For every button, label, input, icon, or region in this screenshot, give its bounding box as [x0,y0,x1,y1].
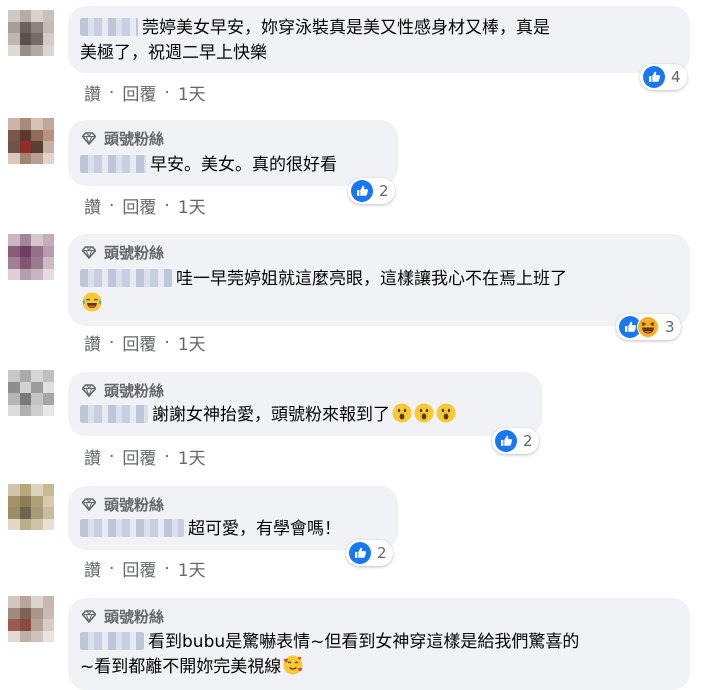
reaction-summary[interactable]: 3 [616,314,681,340]
comment-text-line2: ~看到都離不開妳完美視線 [80,655,303,680]
top-fan-diamond-icon [82,610,96,623]
comment-actions: 讚 · 回覆 · 1天 [84,556,206,582]
reaction-count: 2 [377,544,387,562]
blurred-username[interactable] [80,18,138,36]
blurred-username[interactable] [80,269,172,287]
comment-bubble: 莞婷美女早安，妳穿泳裝真是美又性感身材又棒，真是 美極了，祝週二早上快樂 [68,6,690,73]
separator: · [109,332,115,353]
comment-text-line2-content: ~看到都離不開妳完美視線 [80,657,282,677]
reply-link[interactable]: 回覆 [122,330,156,355]
separator: · [164,332,170,353]
top-fan-badge[interactable]: 頭號粉絲 [82,494,164,514]
reaction-count: 2 [523,432,533,450]
top-fan-label: 頭號粉絲 [104,243,165,262]
blurred-username[interactable] [80,405,148,423]
like-link[interactable]: 讚 [84,444,101,469]
avatar[interactable] [8,234,54,280]
comment-text: 早安。美女。真的很好看 [80,153,337,178]
comment-text: 看到bubu是驚嚇表情~但看到女神穿這樣是給我們驚喜的 [80,630,579,655]
reaction-summary[interactable]: 2 [492,428,539,454]
separator: · [164,446,170,467]
top-fan-badge[interactable]: 頭號粉絲 [82,606,164,626]
reaction-summary[interactable]: 2 [348,178,395,204]
avatar[interactable] [8,484,54,530]
reply-link[interactable]: 回覆 [122,193,156,218]
separator: · [109,195,115,216]
timestamp-link[interactable]: 1天 [178,330,206,355]
comment-text-line2 [80,292,102,317]
separator: · [164,82,170,103]
reply-link[interactable]: 回覆 [122,80,156,105]
blurred-username[interactable] [80,632,144,650]
reaction-summary[interactable]: 4 [640,64,687,90]
reaction-count: 3 [665,318,675,336]
comment-text: 莞婷美女早安，妳穿泳裝真是美又性感身材又棒，真是 [80,16,550,41]
avatar[interactable] [8,596,54,642]
separator: · [109,82,115,103]
like-reaction-icon [351,180,373,202]
comment-actions: 讚 · 回覆 · 1天 [84,444,206,470]
like-reaction-icon [349,542,371,564]
top-fan-badge[interactable]: 頭號粉絲 [82,242,164,262]
comment-text-line1: 看到bubu是驚嚇表情~但看到女神穿這樣是給我們驚喜的 [148,632,580,652]
top-fan-label: 頭號粉絲 [104,129,165,148]
comment-bubble: 頭號粉絲 早安。美女。真的很好看 [68,120,398,186]
top-fan-diamond-icon [82,246,96,259]
comment-text-line2: 美極了，祝週二早上快樂 [80,43,267,63]
comment-actions: 讚 · 回覆 · 1天 [84,330,206,356]
separator: · [164,558,170,579]
reaction-count: 2 [379,182,389,200]
comment-text-line1: 哇一早莞婷姐就這麼亮眼，這樣讓我心不在焉上班了 [176,269,567,289]
comment-actions: 讚 · 回覆 · 1天 [84,193,206,219]
separator: · [164,195,170,216]
smiling-hearts-emoji-icon [283,655,303,675]
reply-link[interactable]: 回覆 [122,556,156,581]
like-link[interactable]: 讚 [84,330,101,355]
top-fan-diamond-icon [82,384,96,397]
comment-text-line1: 莞婷美女早安，妳穿泳裝真是美又性感身材又棒，真是 [142,18,550,38]
like-reaction-icon [495,430,517,452]
timestamp-link[interactable]: 1天 [178,444,206,469]
like-link[interactable]: 讚 [84,556,101,581]
comment-text: 超可愛，有學會嗎！ [80,517,341,542]
timestamp-link[interactable]: 1天 [178,80,206,105]
like-link[interactable]: 讚 [84,80,101,105]
timestamp-link[interactable]: 1天 [178,556,206,581]
top-fan-label: 頭號粉絲 [104,495,165,514]
blurred-username[interactable] [80,155,146,173]
comment-text: 哇一早莞婷姐就這麼亮眼，這樣讓我心不在焉上班了 [80,267,567,292]
top-fan-label: 頭號粉絲 [104,381,165,400]
blurred-username[interactable] [80,519,184,537]
like-reaction-icon [643,66,665,88]
surprised-emoji-icon [414,403,434,423]
comment-text-line1: 早安。美女。真的很好看 [150,155,337,175]
avatar[interactable] [8,370,54,416]
avatar[interactable] [8,10,54,56]
comment-bubble: 頭號粉絲 看到bubu是驚嚇表情~但看到女神穿這樣是給我們驚喜的 ~看到都離不開… [68,598,690,690]
top-fan-diamond-icon [82,132,96,145]
like-link[interactable]: 讚 [84,193,101,218]
comment-text: 謝謝女神抬愛，頭號粉來報到了 [80,403,456,428]
avatar[interactable] [8,118,54,164]
surprised-emoji-icon [436,403,456,423]
joy-emoji-icon [82,292,102,312]
top-fan-label: 頭號粉絲 [104,607,165,626]
timestamp-link[interactable]: 1天 [178,193,206,218]
top-fan-diamond-icon [82,498,96,511]
reply-link[interactable]: 回覆 [122,444,156,469]
comment-actions: 讚 · 回覆 · 1天 [84,80,206,106]
top-fan-badge[interactable]: 頭號粉絲 [82,128,164,148]
comment-bubble: 頭號粉絲 哇一早莞婷姐就這麼亮眼，這樣讓我心不在焉上班了 [68,234,690,326]
comment-bubble: 頭號粉絲 謝謝女神抬愛，頭號粉來報到了 [68,372,542,436]
comment-bubble: 頭號粉絲 超可愛，有學會嗎！ [68,486,398,550]
surprised-emoji-icon [392,403,412,423]
reaction-summary[interactable]: 2 [346,540,393,566]
comment-text-line1: 超可愛，有學會嗎！ [188,519,341,539]
separator: · [109,446,115,467]
separator: · [109,558,115,579]
top-fan-badge[interactable]: 頭號粉絲 [82,380,164,400]
reaction-count: 4 [671,68,681,86]
comment-text-line1: 謝謝女神抬愛，頭號粉來報到了 [152,405,390,425]
haha-reaction-icon [637,316,659,338]
